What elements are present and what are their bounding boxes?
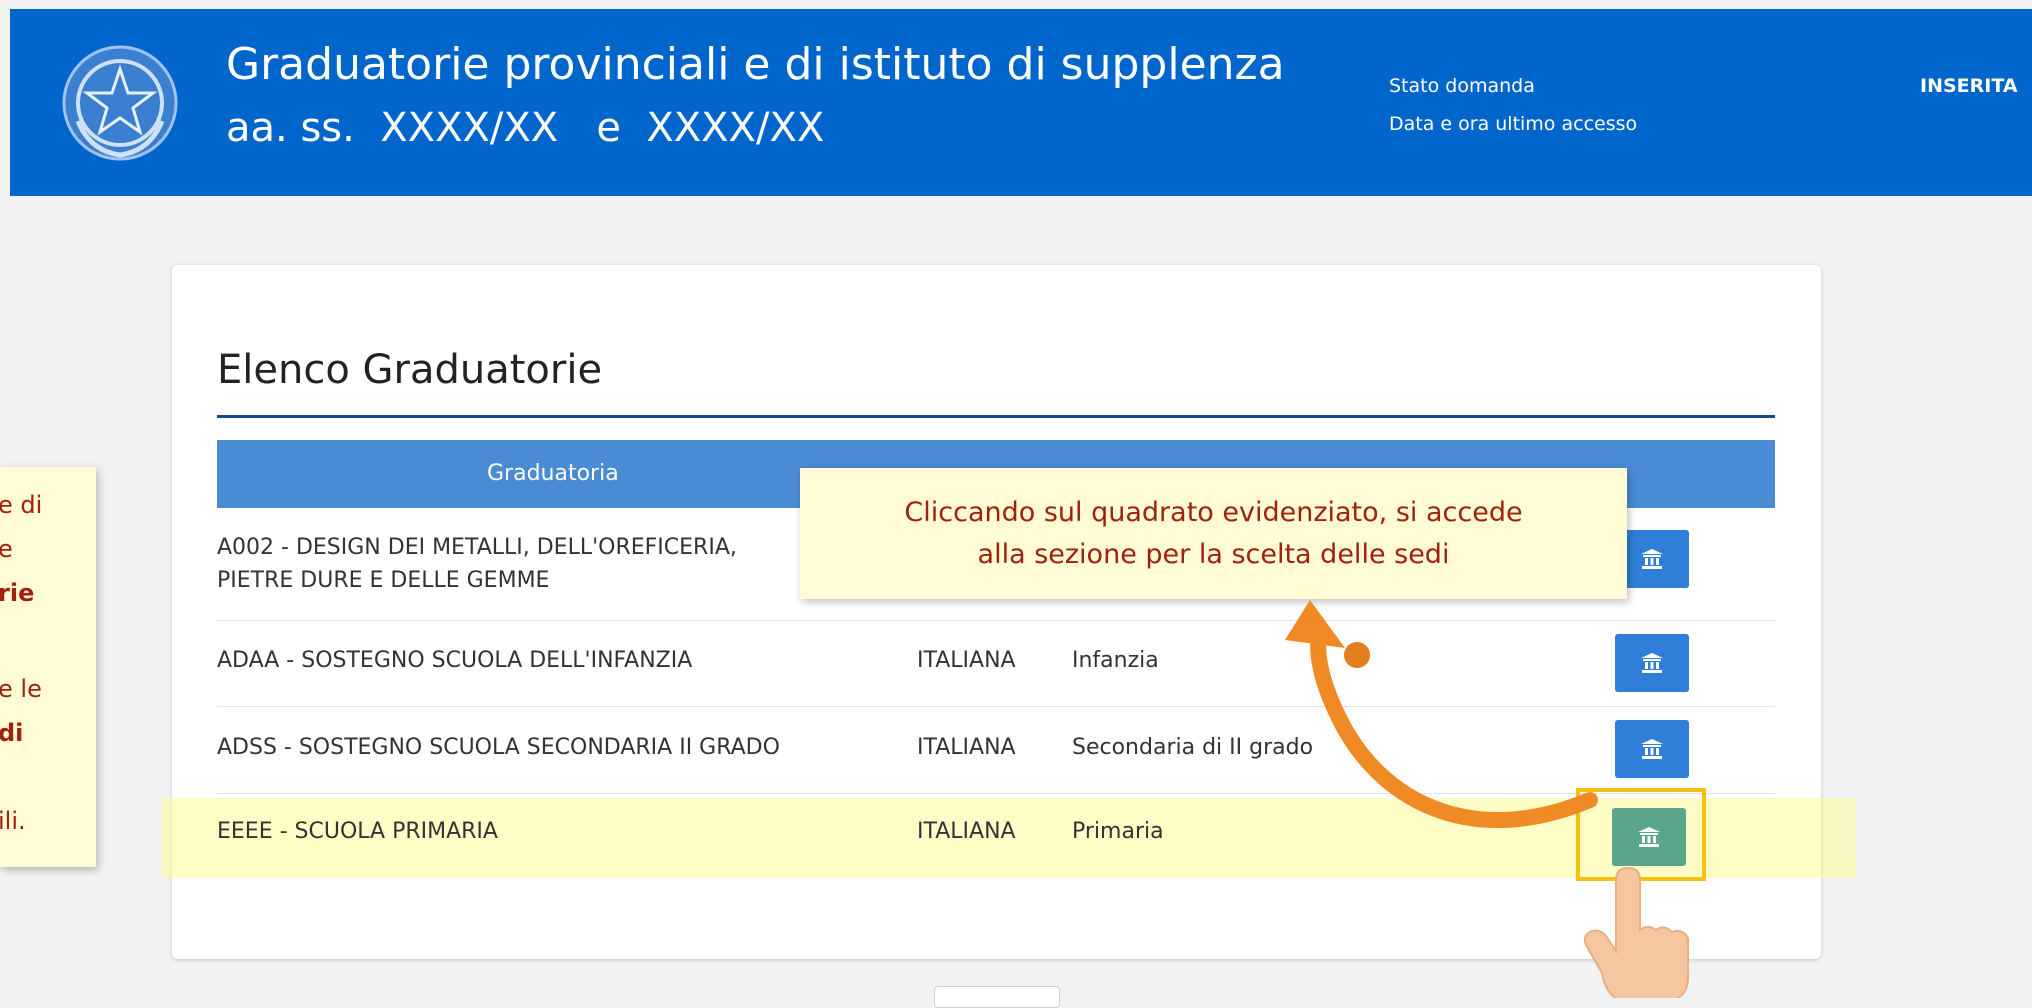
pointing-hand-icon xyxy=(1583,866,1689,998)
annotation-overlay xyxy=(1285,600,1689,998)
arrow-head-icon xyxy=(1285,600,1345,648)
bottom-button-stub[interactable] xyxy=(934,986,1060,1008)
